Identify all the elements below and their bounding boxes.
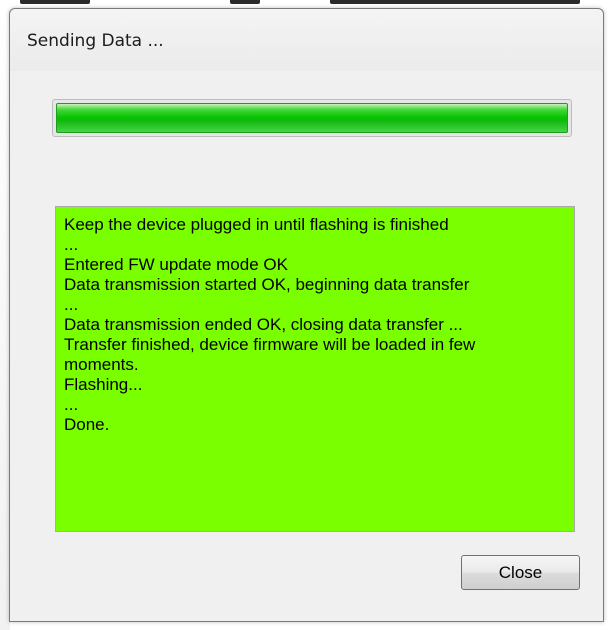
log-line: Transfer finished, device firmware will … (64, 335, 476, 354)
close-button[interactable]: Close (461, 555, 580, 590)
log-line: Flashing... (64, 375, 143, 394)
log-line: Keep the device plugged in until flashin… (64, 215, 449, 234)
progress-bar (52, 99, 572, 137)
sending-data-dialog: Sending Data ... Keep the device plugged… (9, 8, 604, 622)
log-line: moments. (64, 355, 139, 374)
dialog-title: Sending Data ... (27, 31, 164, 51)
log-line: Data transmission started OK, beginning … (64, 275, 470, 294)
log-line: Done. (64, 415, 110, 434)
dialog-content: Keep the device plugged in until flashin… (10, 71, 603, 621)
log-line: ... (64, 235, 79, 254)
status-log[interactable]: Keep the device plugged in until flashin… (55, 206, 575, 532)
log-line: Entered FW update mode OK (64, 255, 288, 274)
dialog-titlebar[interactable]: Sending Data ... (10, 9, 603, 71)
log-line: ... (64, 295, 79, 314)
log-line: ... (64, 395, 79, 414)
progress-bar-fill (56, 103, 568, 133)
log-line: Data transmission ended OK, closing data… (64, 315, 463, 334)
